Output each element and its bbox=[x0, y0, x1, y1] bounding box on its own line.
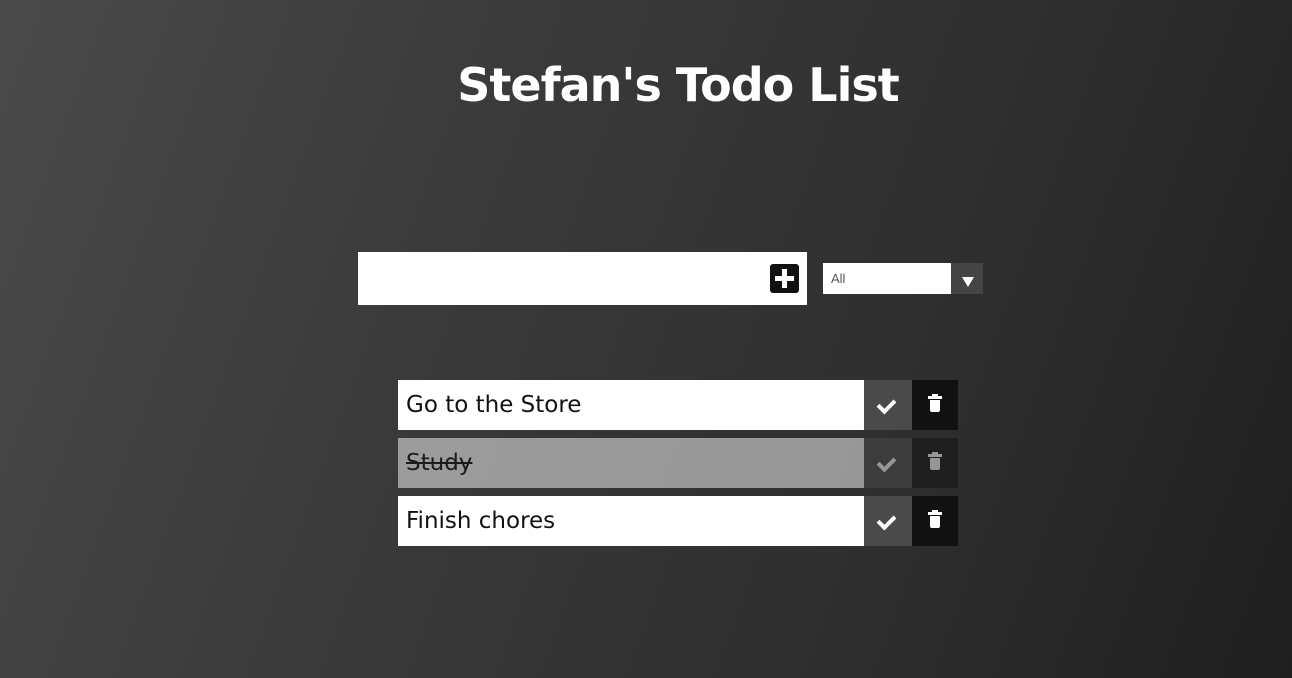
trash-icon bbox=[928, 394, 942, 413]
check-icon bbox=[876, 394, 897, 415]
check-icon bbox=[876, 510, 897, 531]
todo-item: Finish chores bbox=[398, 496, 958, 546]
add-todo-button[interactable] bbox=[770, 264, 799, 293]
delete-button[interactable] bbox=[912, 380, 958, 430]
todo-text: Go to the Store bbox=[398, 380, 864, 430]
delete-button[interactable] bbox=[912, 496, 958, 546]
todo-form bbox=[358, 252, 807, 305]
caret-down-icon bbox=[951, 263, 983, 294]
complete-button[interactable] bbox=[864, 438, 912, 488]
todo-text: Finish chores bbox=[398, 496, 864, 546]
trash-icon bbox=[928, 510, 942, 529]
filter-selected-value: All bbox=[831, 271, 846, 286]
todo-list: Go to the Store Study Finish chores bbox=[398, 380, 958, 554]
todo-item-completed: Study bbox=[398, 438, 958, 488]
trash-icon bbox=[928, 452, 942, 471]
todo-item: Go to the Store bbox=[398, 380, 958, 430]
todo-text: Study bbox=[398, 438, 864, 488]
todo-input[interactable] bbox=[358, 252, 758, 305]
complete-button[interactable] bbox=[864, 496, 912, 546]
check-icon bbox=[876, 452, 897, 473]
complete-button[interactable] bbox=[864, 380, 912, 430]
delete-button[interactable] bbox=[912, 438, 958, 488]
page-title: Stefan's Todo List bbox=[457, 58, 899, 112]
filter-select[interactable]: All bbox=[823, 263, 983, 294]
